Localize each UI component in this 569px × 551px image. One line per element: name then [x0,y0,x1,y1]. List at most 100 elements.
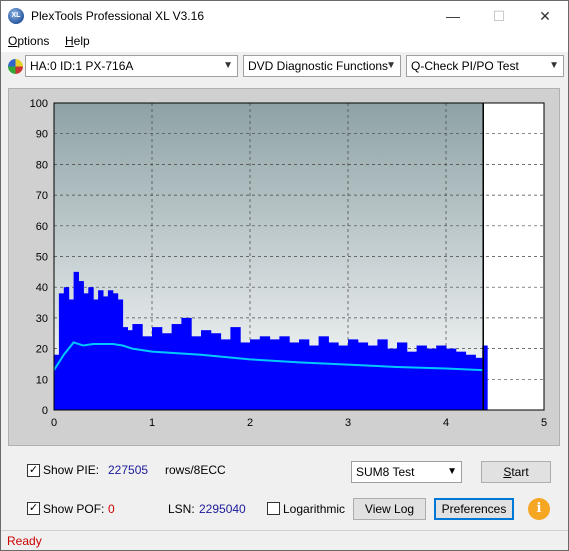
pie-bar [357,342,369,410]
pie-bar [279,336,290,410]
y-tick-label: 30 [36,313,48,325]
y-tick-label: 70 [36,190,48,202]
pi-po-chart: 0 10 20 30 40 50 60 70 80 90 100 0 1 2 3 4 5 [30,98,547,429]
main-window: XL PlexTools Professional XL V3.16 — ☐ ✕… [0,0,569,551]
pie-bar [250,339,261,410]
pie-bar [426,348,437,410]
pie-value: 227505 [108,463,149,477]
show-pof-label: Show POF: [43,502,105,516]
pie-bar [406,351,418,410]
pie-bar [127,330,133,410]
pie-bar [107,290,114,410]
pie-bar [117,299,124,410]
pie-bar [58,293,65,410]
test-select[interactable]: Q-Check PI/PO Test ▼ [406,55,564,77]
start-button[interactable]: Start [481,461,551,483]
show-pof-checkbox[interactable]: ✓ [27,502,40,515]
y-tick-label: 10 [36,374,48,386]
pie-bar [171,324,182,410]
menu-bar: Options Help [1,31,568,52]
menu-help-label: elp [73,34,90,48]
disc-drive-icon [8,59,23,74]
pie-bar [397,342,408,410]
pie-bar [475,357,483,410]
pof-value: 0 [108,502,115,516]
preferences-button[interactable]: Preferences [434,498,514,520]
minimize-button[interactable]: — [430,1,476,31]
chevron-down-icon: ▼ [549,60,559,71]
check-icon: ✓ [28,502,39,514]
controls-panel: ✓ Show PIE: 227505 rows/8ECC ✓ Show POF:… [8,453,560,525]
menu-options-label: ptions [17,34,50,48]
pie-bar [240,342,251,410]
status-text: Ready [7,534,42,548]
sum-test-value: SUM8 Test [356,465,415,479]
x-tick-label: 3 [345,417,351,429]
pie-bar [122,327,128,410]
preferences-label: Preferences [441,502,507,516]
pie-bar [328,342,339,410]
lsn-value: 2295040 [199,502,246,516]
pie-bar [230,327,241,410]
chevron-down-icon: ▼ [223,60,233,71]
pie-bar [318,336,329,410]
menu-help[interactable]: Help [65,34,90,48]
show-pie-label: Show PIE: [43,463,100,477]
view-log-label: View Log [364,502,415,516]
x-tick-label: 5 [541,417,547,429]
test-select-value: Q-Check PI/PO Test [411,59,519,73]
maximize-button[interactable]: ☐ [476,1,522,31]
pie-bar [259,336,271,410]
y-tick-label: 0 [42,405,48,417]
start-label-rest: tart [511,465,529,479]
info-icon[interactable]: i [528,498,550,520]
pie-bar [161,333,173,410]
pie-bar [142,336,153,410]
y-tick-label: 40 [36,282,48,294]
x-tick-label: 2 [247,417,253,429]
pie-bar [220,339,231,410]
pie-bar [289,342,300,410]
pie-bar [367,345,378,410]
pie-bar [465,354,476,410]
menu-help-accel: H [65,34,74,48]
function-select-value: DVD Diagnostic Functions [248,59,389,73]
show-pie-checkbox[interactable]: ✓ [27,464,40,477]
pie-bar [132,324,143,410]
pie-bar [181,317,192,410]
pie-bar [436,345,447,410]
pie-bar [68,299,75,410]
pie-bar [455,351,467,410]
logarithmic-checkbox[interactable] [267,502,280,515]
pie-bar [73,271,79,410]
sum-test-select[interactable]: SUM8 Test ▼ [351,461,462,483]
title-bar[interactable]: XL PlexTools Professional XL V3.16 — ☐ ✕ [1,1,568,31]
pie-bar [446,348,457,410]
pie-unit: rows/8ECC [165,463,226,477]
pie-bar [98,290,104,410]
pie-bar [416,345,427,410]
menu-options[interactable]: Options [8,34,49,48]
pie-bar [93,299,99,410]
pie-bar [83,293,89,410]
drive-select[interactable]: HA:0 ID:1 PX-716A ▼ [25,55,238,77]
x-tick-label: 0 [51,417,57,429]
function-select[interactable]: DVD Diagnostic Functions ▼ [243,55,401,77]
view-log-button[interactable]: View Log [353,498,426,520]
pie-bar [191,336,202,410]
x-tick-label: 4 [443,417,449,429]
logarithmic-label: Logarithmic [283,502,346,516]
menu-options-accel: O [8,34,18,48]
status-bar: Ready [1,530,568,550]
y-tick-label: 20 [36,344,48,356]
app-logo-icon: XL [8,8,24,24]
pie-bar [299,339,310,410]
chart-frame: 0 10 20 30 40 50 60 70 80 90 100 0 1 2 3 4 5 [8,88,560,446]
pie-bar [88,287,94,410]
chevron-down-icon: ▼ [447,466,457,477]
y-tick-label: 60 [36,221,48,233]
pie-bar [152,327,163,410]
close-button[interactable]: ✕ [522,1,568,31]
pie-bar [103,296,109,410]
pie-bar [348,339,359,410]
